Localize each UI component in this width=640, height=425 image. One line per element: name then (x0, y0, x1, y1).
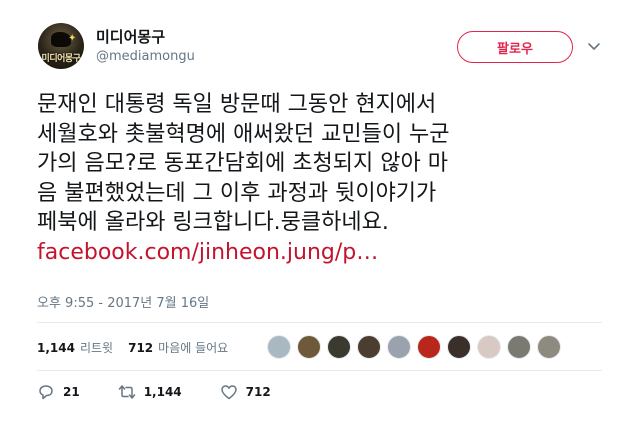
like-button[interactable]: 712 (220, 383, 271, 401)
engagement-stats: 1,144 리트윗 712 마음에 들어요 (37, 339, 243, 356)
liker-avatar[interactable] (537, 335, 561, 359)
tweet-body: 문재인 대통령 독일 방문때 그동안 현지에서 세월호와 촛불혁명에 애써왔던 … (37, 90, 597, 267)
author-display-name[interactable]: 미디어몽구 (96, 26, 165, 47)
avatar-logo-text: 미디어몽구 (41, 54, 81, 64)
reply-button[interactable]: 21 (37, 383, 80, 401)
retweet-icon (118, 385, 135, 399)
tweet-timestamp[interactable]: 오후 9:55 - 2017년 7월 16일 (37, 292, 209, 311)
liker-avatar[interactable] (297, 335, 321, 359)
tweet-line: 문재인 대통령 독일 방문때 그동안 현지에서 (37, 92, 437, 117)
liker-avatar[interactable] (327, 335, 351, 359)
tweet-line: 페북에 올라와 링크합니다.뭉클하네요. (37, 210, 389, 235)
likes-count[interactable]: 712 (128, 341, 153, 355)
tweet-link[interactable]: facebook.com/jinheon.jung/p… (37, 238, 597, 268)
chevron-down-icon[interactable] (586, 38, 602, 54)
retweets-label[interactable]: 리트윗 (80, 339, 113, 356)
likes-label[interactable]: 마음에 들어요 (158, 339, 228, 356)
liker-avatar[interactable] (507, 335, 531, 359)
reply-count: 21 (63, 385, 80, 399)
retweets-count[interactable]: 1,144 (37, 341, 75, 355)
divider (37, 322, 602, 323)
default-avatar-icon[interactable] (267, 335, 291, 359)
author-handle[interactable]: @mediamongu (96, 49, 195, 64)
liker-avatar[interactable] (447, 335, 471, 359)
follow-button[interactable]: 팔로우 (457, 31, 573, 63)
reply-icon (39, 385, 53, 400)
author-avatar[interactable]: ✦ 미디어몽구 (38, 23, 84, 69)
liker-avatar[interactable] (477, 335, 501, 359)
retweet-count: 1,144 (143, 385, 182, 399)
tweet-line: 세월호와 촛불혁명에 애써왔던 교민들이 누군 (37, 121, 450, 147)
liker-avatar[interactable] (417, 335, 441, 359)
tweet-line: 가의 음모?로 동포간담회에 초청되지 않아 마 (37, 151, 448, 176)
liker-avatars (267, 335, 567, 359)
retweet-button[interactable]: 1,144 (118, 383, 182, 401)
divider (37, 370, 602, 371)
tweet-line: 음 불편했었는데 그 이후 과정과 뒷이야기가 (37, 180, 437, 206)
liker-avatar[interactable] (357, 335, 381, 359)
tweet-actions: 21 1,144 712 (37, 383, 309, 401)
like-count: 712 (245, 385, 271, 399)
sparkle-icon: ✦ (68, 33, 77, 44)
heart-icon (220, 385, 237, 400)
liker-avatar[interactable] (387, 335, 411, 359)
